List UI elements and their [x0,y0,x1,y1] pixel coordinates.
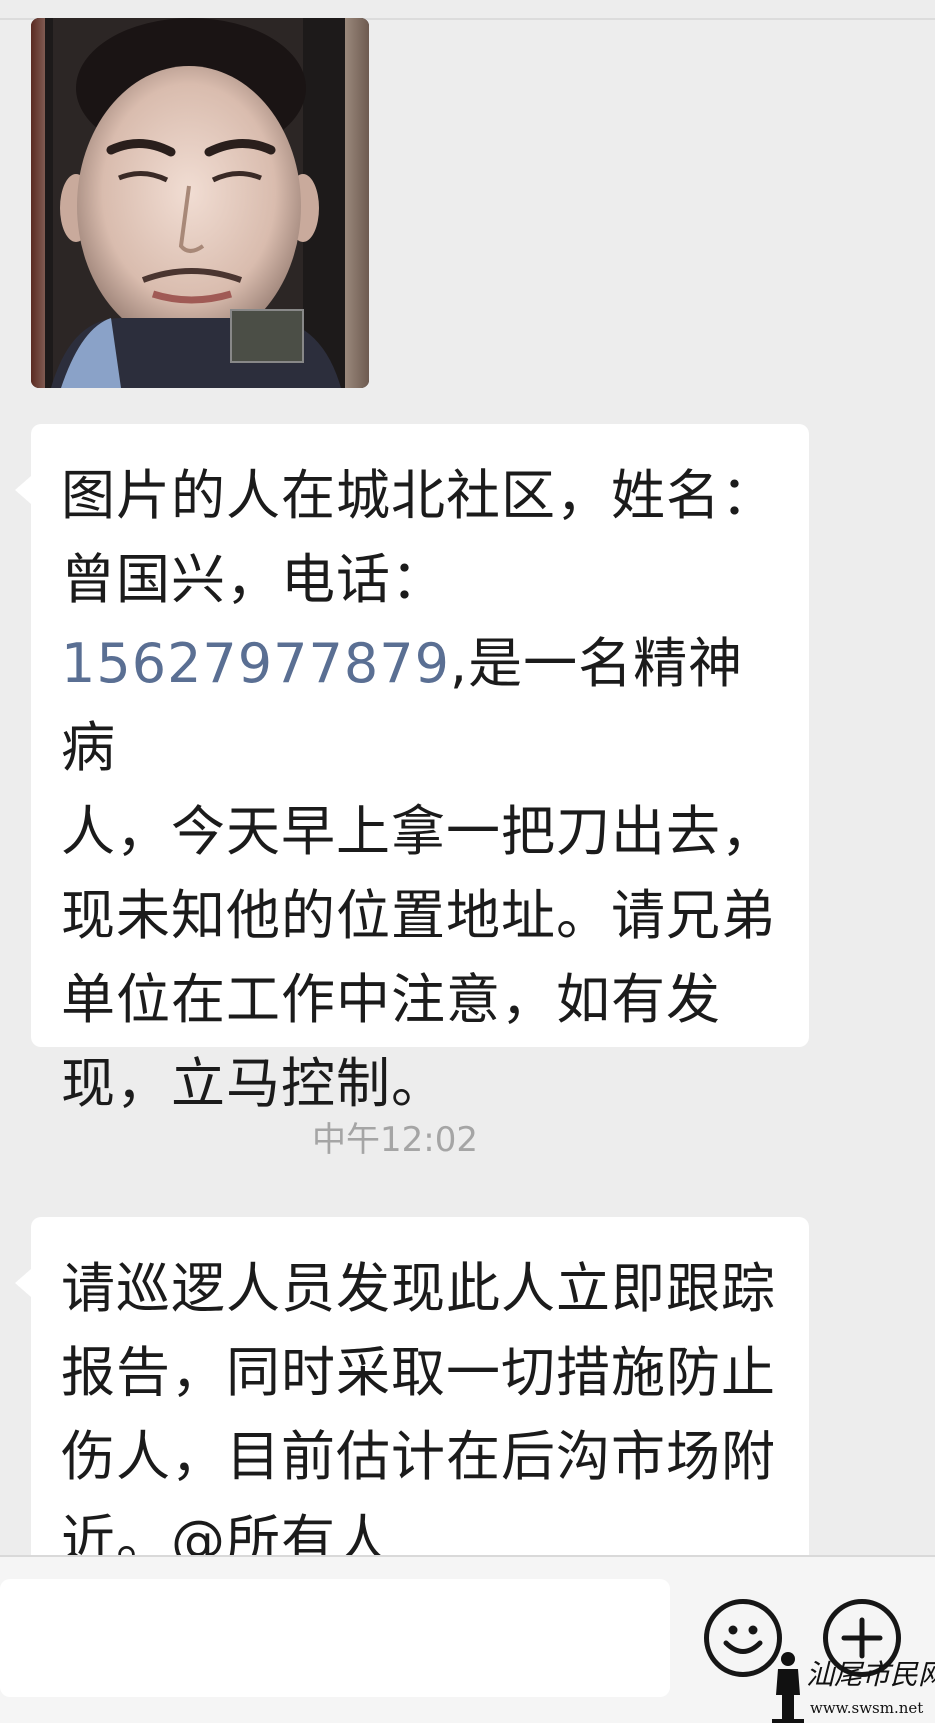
image-message[interactable] [31,18,369,388]
message-line: 单位在工作中注意，如有发 [61,968,721,1031]
watermark-figure-icon [772,1652,804,1723]
watermark-site: www.swsm.net [810,1699,924,1717]
site-watermark: 汕尾市民网 www.swsm.net [770,1645,935,1723]
emoji-icon [723,1625,763,1654]
message-line: 请巡逻人员发现此人立即跟踪 [61,1257,776,1320]
message-line: 曾国兴，电话： [61,548,446,611]
text-message-patrol[interactable]: 请巡逻人员发现此人立即跟踪 报告，同时采取一切措施防止 伤人，目前估计在后沟市场… [15,1217,809,1555]
message-timestamp: 中午12:02 [312,1120,478,1160]
message-line: 报告，同时采取一切措施防止 [61,1341,776,1404]
message-line: 伤人，目前估计在后沟市场附 [61,1425,776,1488]
text-message-alert[interactable]: 图片的人在城北社区，姓名： 曾国兴，电话： 15627977879,是一名精神病… [15,424,809,1115]
phone-number-link[interactable]: 15627977879 [61,632,450,695]
message-input[interactable] [0,1579,670,1697]
chat-history[interactable]: 图片的人在城北社区，姓名： 曾国兴，电话： 15627977879,是一名精神病… [0,0,935,1555]
message-line: 图片的人在城北社区，姓名： [61,464,776,527]
portrait-photo [31,18,369,388]
message-line-phone: 15627977879,是一名精神病 [61,622,781,790]
watermark-title: 汕尾市民网 [806,1658,935,1691]
message-line: 人，今天早上拿一把刀出去， [61,800,776,863]
message-line: 现未知他的位置地址。请兄弟 [61,884,776,947]
message-line: 近。@所有人 [61,1509,391,1555]
